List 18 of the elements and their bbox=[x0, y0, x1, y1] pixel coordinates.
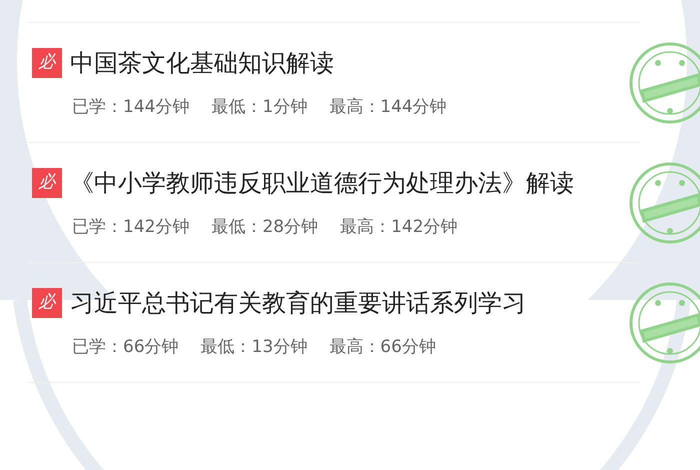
highest-time: 最高：142分钟 bbox=[340, 216, 458, 239]
required-badge: 必 bbox=[32, 288, 62, 318]
highest-time: 最高：144分钟 bbox=[329, 96, 447, 119]
course-title[interactable]: 《中小学教师违反职业道德行为处理办法》解读 bbox=[70, 164, 574, 201]
studied-time: 已学：66分钟 bbox=[72, 336, 179, 359]
stamp-icon bbox=[628, 160, 700, 244]
studied-time: 已学：144分钟 bbox=[72, 96, 190, 119]
lowest-time: 最低：28分钟 bbox=[211, 216, 318, 239]
studied-time: 已学：142分钟 bbox=[72, 216, 190, 239]
required-badge: 必 bbox=[32, 48, 62, 78]
course-title[interactable]: 习近平总书记有关教育的重要讲话系列学习 bbox=[70, 284, 526, 321]
stamp-icon bbox=[628, 40, 700, 124]
course-title[interactable]: 中国茶文化基础知识解读 bbox=[70, 44, 334, 81]
lowest-time: 最低：1分钟 bbox=[211, 96, 308, 119]
lowest-time: 最低：13分钟 bbox=[200, 336, 308, 359]
stamp-icon bbox=[628, 280, 700, 364]
required-badge: 必 bbox=[32, 168, 62, 198]
highest-time: 最高：66分钟 bbox=[329, 336, 436, 359]
